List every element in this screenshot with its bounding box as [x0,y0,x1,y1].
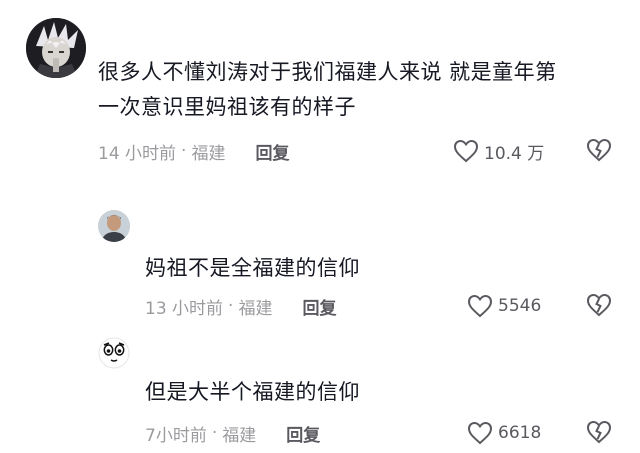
like-count: 10.4 万 [484,143,545,164]
comment-text: 但是大半个福建的信仰 [145,380,360,404]
broken-heart-icon [586,138,612,162]
like-count: 5546 [498,296,542,316]
dislike-button[interactable] [585,419,613,449]
dislike-button[interactable] [585,137,613,167]
like-count: 6618 [498,423,542,443]
comment-time: 7小时前 [145,425,207,446]
broken-heart-icon [586,293,612,317]
comment-meta: 7小时前 · 福建 回复 [145,420,320,446]
comment-meta: 14 小时前 · 福建 回复 [98,138,289,164]
anime-avatar[interactable] [26,18,86,78]
comment-text: 妈祖不是全福建的信仰 [145,256,360,280]
heart-icon [467,294,493,318]
like-button[interactable]: 5546 [466,291,541,321]
cartoon-face-avatar[interactable] [98,337,130,369]
reply-button[interactable]: 回复 [286,421,320,446]
comment-time: 13 小时前 [145,298,224,319]
comment-location: 福建 [238,298,273,319]
heart-icon [453,139,479,163]
reply-button[interactable]: 回复 [255,139,289,164]
like-button[interactable]: 10.4 万 [452,136,544,166]
comment-meta: 13 小时前 · 福建 回复 [145,293,336,319]
man-avatar[interactable] [98,210,130,242]
comment-time: 14 小时前 [98,143,177,164]
meta-separator: · [228,296,234,316]
comment-location: 福建 [222,425,257,446]
comment-text-line: 很多人不懂刘涛对于我们福建人来说 就是童年第 [98,60,557,84]
dislike-button[interactable] [585,292,613,322]
comment-location: 福建 [191,143,226,164]
broken-heart-icon [586,420,612,444]
like-button[interactable]: 6618 [466,418,541,448]
meta-separator: · [211,423,218,443]
reply-button[interactable]: 回复 [302,294,336,319]
meta-separator: · [181,141,187,161]
comment-text-line: 一次意识里妈祖该有的样子 [98,95,356,119]
heart-icon [467,421,493,445]
